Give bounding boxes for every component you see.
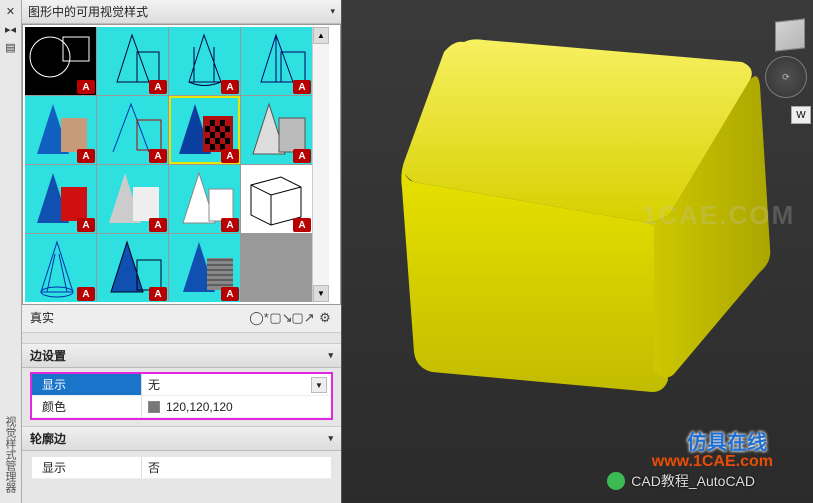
style-thumbnail[interactable]: A <box>25 96 96 164</box>
style-thumbnail[interactable]: A <box>97 96 168 164</box>
autocad-badge-icon: A <box>149 218 167 232</box>
style-thumbnail[interactable]: A <box>25 234 96 302</box>
chevron-down-icon[interactable]: ▾ <box>330 6 335 17</box>
silhouette-display-label[interactable]: 显示 <box>32 457 142 479</box>
style-grid-scrollbar[interactable]: ▲ ▼ <box>312 27 329 302</box>
style-thumbnail[interactable]: A <box>241 165 312 233</box>
credit-line: CAD教程_AutoCAD <box>607 471 755 491</box>
edge-settings-header[interactable]: 边设置 ▾ <box>22 343 341 368</box>
chevron-down-icon[interactable]: ▾ <box>328 433 333 444</box>
autocad-badge-icon: A <box>149 80 167 94</box>
panel-header[interactable]: 图形中的可用视觉样式 ▾ <box>22 0 341 24</box>
dropdown-arrow-icon[interactable]: ▼ <box>311 377 327 393</box>
autocad-badge-icon: A <box>221 149 239 163</box>
navigation-widget: ⟳ <box>763 16 807 96</box>
silhouette-display-text: 否 <box>148 459 160 476</box>
watermark-center: 1CAE.COM <box>642 200 795 231</box>
scroll-track[interactable] <box>313 44 329 285</box>
autocad-badge-icon: A <box>293 80 311 94</box>
autocad-badge-icon: A <box>149 149 167 163</box>
edge-display-label[interactable]: 显示 <box>32 374 142 396</box>
palette-strip: ✕ ▸◂ ▤ 视觉样式管理器 <box>0 0 22 503</box>
edge-display-value[interactable]: 无 ▼ <box>142 374 331 396</box>
scroll-down-button[interactable]: ▼ <box>313 285 329 302</box>
wcs-button[interactable]: W <box>791 106 811 124</box>
new-style-icon[interactable]: ◯* <box>251 310 267 326</box>
style-thumbnail[interactable]: A <box>25 27 96 95</box>
edge-display-text: 无 <box>148 376 160 393</box>
style-thumbnail[interactable]: A <box>169 96 240 164</box>
style-thumbnail[interactable]: A <box>241 96 312 164</box>
visual-styles-panel: 图形中的可用视觉样式 ▾ A A A A A A A A A A A A A A A ▲ ▼ 真实 ◯*… <box>22 0 342 503</box>
edge-color-label[interactable]: 颜色 <box>32 396 142 418</box>
selected-style-row: 真实 ◯* ▢↘ ▢↗ ⚙ <box>22 305 341 333</box>
autocad-badge-icon: A <box>293 149 311 163</box>
autocad-badge-icon: A <box>221 287 239 301</box>
panel-vertical-title: 视觉样式管理器 <box>2 416 18 493</box>
watermark-badge: 仿具在线 <box>687 426 767 455</box>
watermark-link: www.1CAE.com <box>652 453 773 471</box>
silhouette-header[interactable]: 轮廓边 ▾ <box>22 426 341 451</box>
view-cube[interactable] <box>775 18 805 51</box>
autocad-badge-icon: A <box>221 80 239 94</box>
style-thumbnail[interactable]: A <box>97 165 168 233</box>
edge-color-row: 颜色 120,120,120 <box>32 396 331 418</box>
style-thumbnail[interactable]: A <box>169 27 240 95</box>
autocad-badge-icon: A <box>77 149 95 163</box>
autocad-badge-icon: A <box>293 218 311 232</box>
style-tools: ◯* ▢↘ ▢↗ ⚙ <box>251 310 333 326</box>
autocad-badge-icon: A <box>77 287 95 301</box>
edge-color-text: 120,120,120 <box>166 400 233 414</box>
panel-title: 图形中的可用视觉样式 <box>28 3 148 20</box>
close-panel-icon[interactable]: ✕ <box>3 4 19 18</box>
credit-text: CAD教程_AutoCAD <box>631 471 755 491</box>
color-swatch-icon <box>148 401 160 413</box>
scroll-up-button[interactable]: ▲ <box>313 27 329 44</box>
silhouette-table: 显示 否 <box>32 457 331 479</box>
style-thumbnail[interactable]: A <box>97 234 168 302</box>
wechat-icon <box>607 472 625 490</box>
style-thumbnail[interactable]: A <box>241 27 312 95</box>
autocad-badge-icon: A <box>77 218 95 232</box>
3d-viewport[interactable]: ⟳ W 1CAE.COM 仿具在线 CAD教程_AutoCAD www.1CAE… <box>342 0 813 503</box>
edge-settings-table: 显示 无 ▼ 颜色 120,120,120 <box>32 374 331 418</box>
edge-display-row: 显示 无 ▼ <box>32 374 331 396</box>
style-thumbnail[interactable]: A <box>169 234 240 302</box>
apply-style-icon[interactable]: ▢↘ <box>273 310 289 326</box>
edge-color-value[interactable]: 120,120,120 <box>142 396 331 418</box>
export-style-icon[interactable]: ▢↗ <box>295 310 311 326</box>
autocad-badge-icon: A <box>77 80 95 94</box>
style-thumbnail[interactable]: A <box>25 165 96 233</box>
autocad-badge-icon: A <box>149 287 167 301</box>
silhouette-display-value[interactable]: 否 <box>142 457 331 479</box>
collapse-icon[interactable]: ▸◂ <box>3 22 19 36</box>
silhouette-display-row: 显示 否 <box>32 457 331 479</box>
dock-icon[interactable]: ▤ <box>3 40 19 54</box>
style-thumbnail[interactable]: A <box>97 27 168 95</box>
style-grid: A A A A A A A A A A A A A A A <box>25 27 312 302</box>
settings-icon[interactable]: ⚙ <box>317 310 333 326</box>
selected-style-name: 真实 <box>30 309 54 326</box>
edge-settings-title: 边设置 <box>30 347 66 364</box>
autocad-badge-icon: A <box>221 218 239 232</box>
style-thumbnail[interactable]: A <box>169 165 240 233</box>
style-grid-container: A A A A A A A A A A A A A A A ▲ ▼ <box>22 24 341 305</box>
compass-icon[interactable]: ⟳ <box>765 56 807 98</box>
silhouette-title: 轮廓边 <box>30 430 66 447</box>
chevron-down-icon[interactable]: ▾ <box>328 350 333 361</box>
